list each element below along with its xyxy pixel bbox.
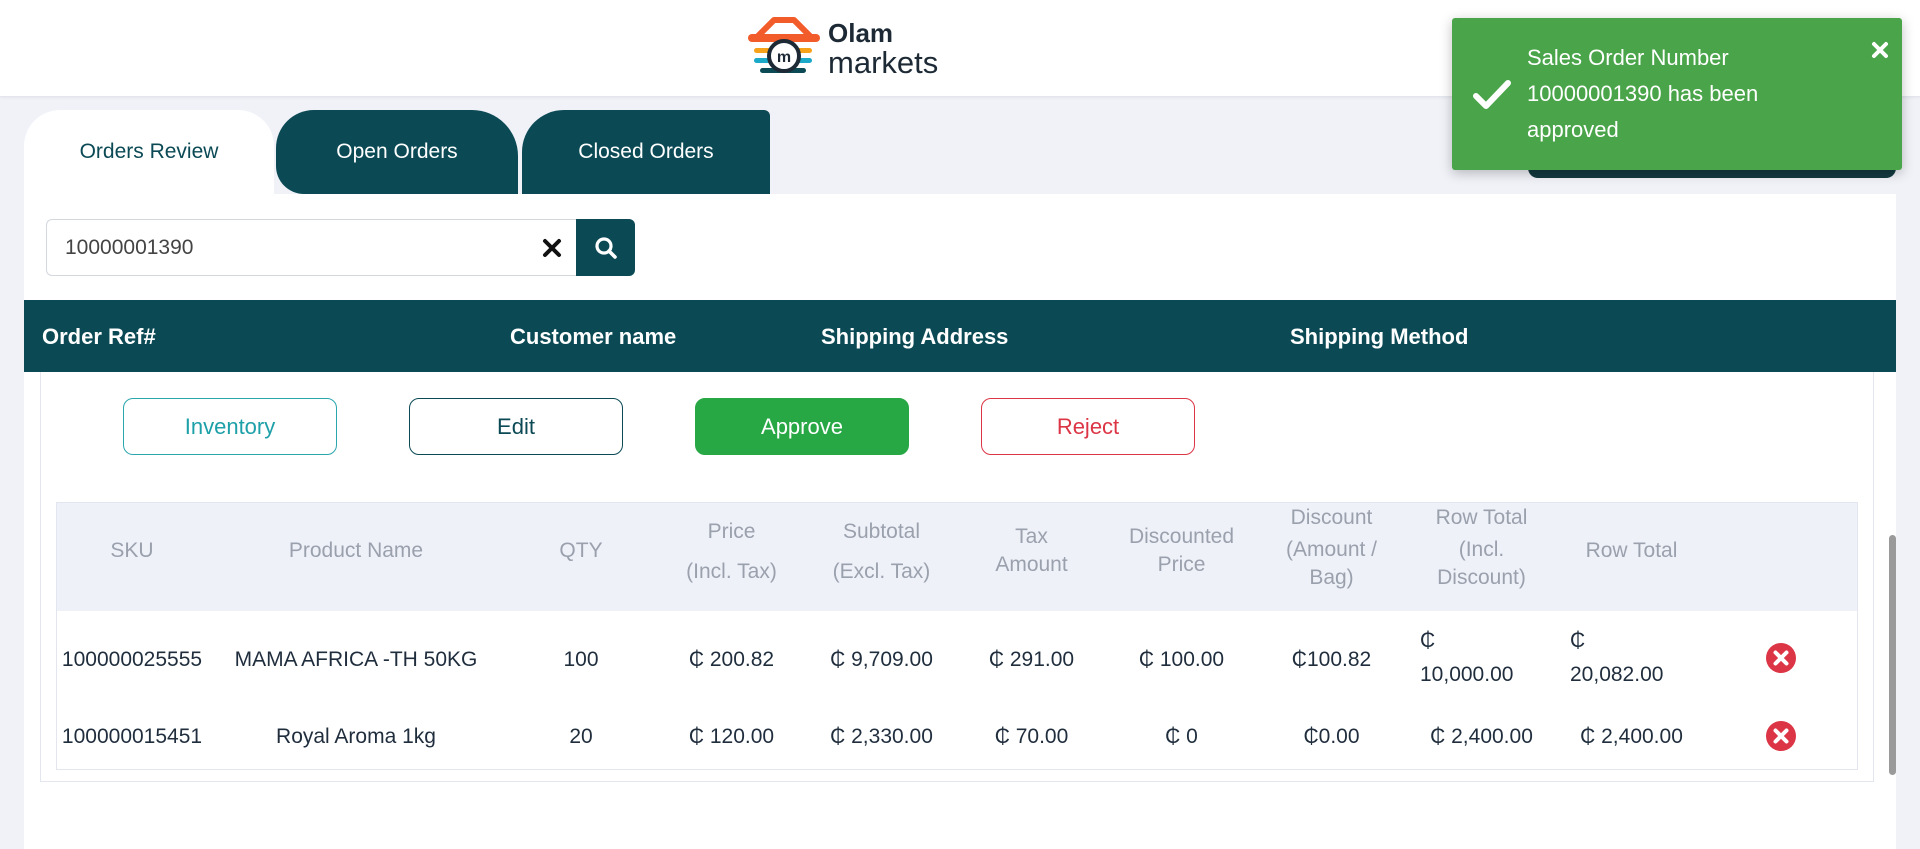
vertical-scrollbar[interactable] <box>1889 535 1896 775</box>
cell-price: ₵ 120.00 <box>688 725 775 748</box>
tab-closed-orders[interactable]: Closed Orders <box>522 110 770 194</box>
cell-tax-amount: ₵ 291.00 <box>988 648 1075 671</box>
toast-line: 10000001390 has been <box>1527 81 1759 106</box>
header-tax-amount: Tax Amount <box>960 523 1103 579</box>
cell-discount: ₵100.82 <box>1291 648 1372 671</box>
inventory-button[interactable]: Inventory <box>123 398 337 455</box>
header-line: Price <box>1157 553 1206 576</box>
reject-button[interactable]: Reject <box>981 398 1195 455</box>
column-customer-name[interactable]: Customer name <box>510 324 676 350</box>
brand-logo[interactable]: m Olam markets <box>744 16 944 82</box>
header-row-total: Row Total <box>1585 539 1678 562</box>
header-line: Subtotal <box>842 520 921 543</box>
cell-row-total: ₵ 20,082.00 <box>1570 626 1700 690</box>
remove-icon[interactable] <box>1765 642 1797 674</box>
logo-basket-icon: m <box>748 17 820 73</box>
brand-name-line1: Olam <box>828 18 894 48</box>
header-row-total-incl-discount: Row Total (Incl. Discount) <box>1410 504 1553 592</box>
header-line: (Amount / <box>1285 538 1378 561</box>
toast-line: Sales Order Number <box>1527 45 1729 70</box>
cell-line: 20,082.00 <box>1570 663 1664 686</box>
cell-discounted-price: ₵ 0 <box>1165 725 1198 748</box>
check-icon <box>1473 80 1511 109</box>
remove-icon[interactable] <box>1765 720 1797 752</box>
cell-product-name: MAMA AFRICA -TH 50KG <box>234 648 478 671</box>
header-sku: SKU <box>110 539 154 562</box>
cell-discount: ₵0.00 <box>1303 725 1360 748</box>
tab-label: Closed Orders <box>578 140 714 163</box>
edit-button[interactable]: Edit <box>409 398 623 455</box>
column-order-ref[interactable]: Order Ref# <box>42 324 156 350</box>
header-line: Tax <box>1015 525 1048 548</box>
header-line: Bag) <box>1309 566 1354 589</box>
approve-button[interactable]: Approve <box>695 398 909 455</box>
cell-subtotal: ₵ 2,330.00 <box>830 725 933 748</box>
toast-line: approved <box>1527 117 1619 142</box>
header-line: Discount <box>1290 506 1373 529</box>
cell-qty: 20 <box>569 725 593 748</box>
header-discount: Discount (Amount / Bag) <box>1260 504 1403 592</box>
cell-price: ₵ 200.82 <box>688 648 775 671</box>
tab-label: Open Orders <box>336 140 458 163</box>
cell-line: 10,000.00 <box>1420 663 1514 686</box>
cell-line: ₵ <box>1570 629 1586 652</box>
header-line: (Incl. <box>1458 538 1505 561</box>
cell-sku: 100000025555 <box>61 648 203 671</box>
header-product-name: Product Name <box>288 539 424 562</box>
search-button[interactable] <box>576 219 635 276</box>
search-input[interactable] <box>65 235 495 260</box>
brand-name-line2: markets <box>828 45 939 80</box>
cell-row-total-incl-discount: ₵ 10,000.00 <box>1420 626 1550 690</box>
cell-row-total: ₵ 2,400.00 <box>1580 725 1683 748</box>
header-line: (Excl. Tax) <box>832 560 931 583</box>
success-toast: Sales Order Number 10000001390 has been … <box>1452 18 1902 170</box>
cell-line: ₵ <box>1420 629 1436 652</box>
header-line: Discounted <box>1128 525 1235 548</box>
cell-subtotal: ₵ 9,709.00 <box>830 648 933 671</box>
cell-product-name: Royal Aroma 1kg <box>276 725 436 748</box>
close-icon[interactable] <box>1870 40 1890 60</box>
header-line: Row Total <box>1435 506 1528 529</box>
header-qty: QTY <box>559 539 603 562</box>
cell-tax-amount: ₵ 70.00 <box>994 725 1069 748</box>
cell-row-total-incl-discount: ₵ 2,400.00 <box>1430 725 1533 748</box>
cell-discounted-price: ₵ 100.00 <box>1138 648 1225 671</box>
search-icon <box>594 236 617 259</box>
header-price: Price (Incl. Tax) <box>660 518 803 586</box>
close-icon[interactable] <box>538 234 566 262</box>
header-line: Amount <box>995 553 1068 576</box>
header-line: Price <box>707 520 756 543</box>
toast-message: Sales Order Number 10000001390 has been … <box>1527 40 1827 148</box>
column-shipping-address[interactable]: Shipping Address <box>821 324 1008 350</box>
header-discounted-price: Discounted Price <box>1110 523 1253 579</box>
header-subtotal: Subtotal (Excl. Tax) <box>810 518 953 586</box>
tab-open-orders[interactable]: Open Orders <box>276 110 518 194</box>
orders-table-header: Order Ref# Customer name Shipping Addres… <box>24 300 1896 372</box>
cell-sku: 100000015451 <box>61 725 203 748</box>
tab-label: Orders Review <box>79 140 219 163</box>
tab-orders-review[interactable]: Orders Review <box>24 110 274 194</box>
search-box <box>46 219 576 276</box>
cell-qty: 100 <box>563 648 599 671</box>
column-shipping-method[interactable]: Shipping Method <box>1290 324 1468 350</box>
svg-text:m: m <box>777 49 791 66</box>
header-line: (Incl. Tax) <box>686 560 777 583</box>
header-line: Discount) <box>1437 566 1526 589</box>
